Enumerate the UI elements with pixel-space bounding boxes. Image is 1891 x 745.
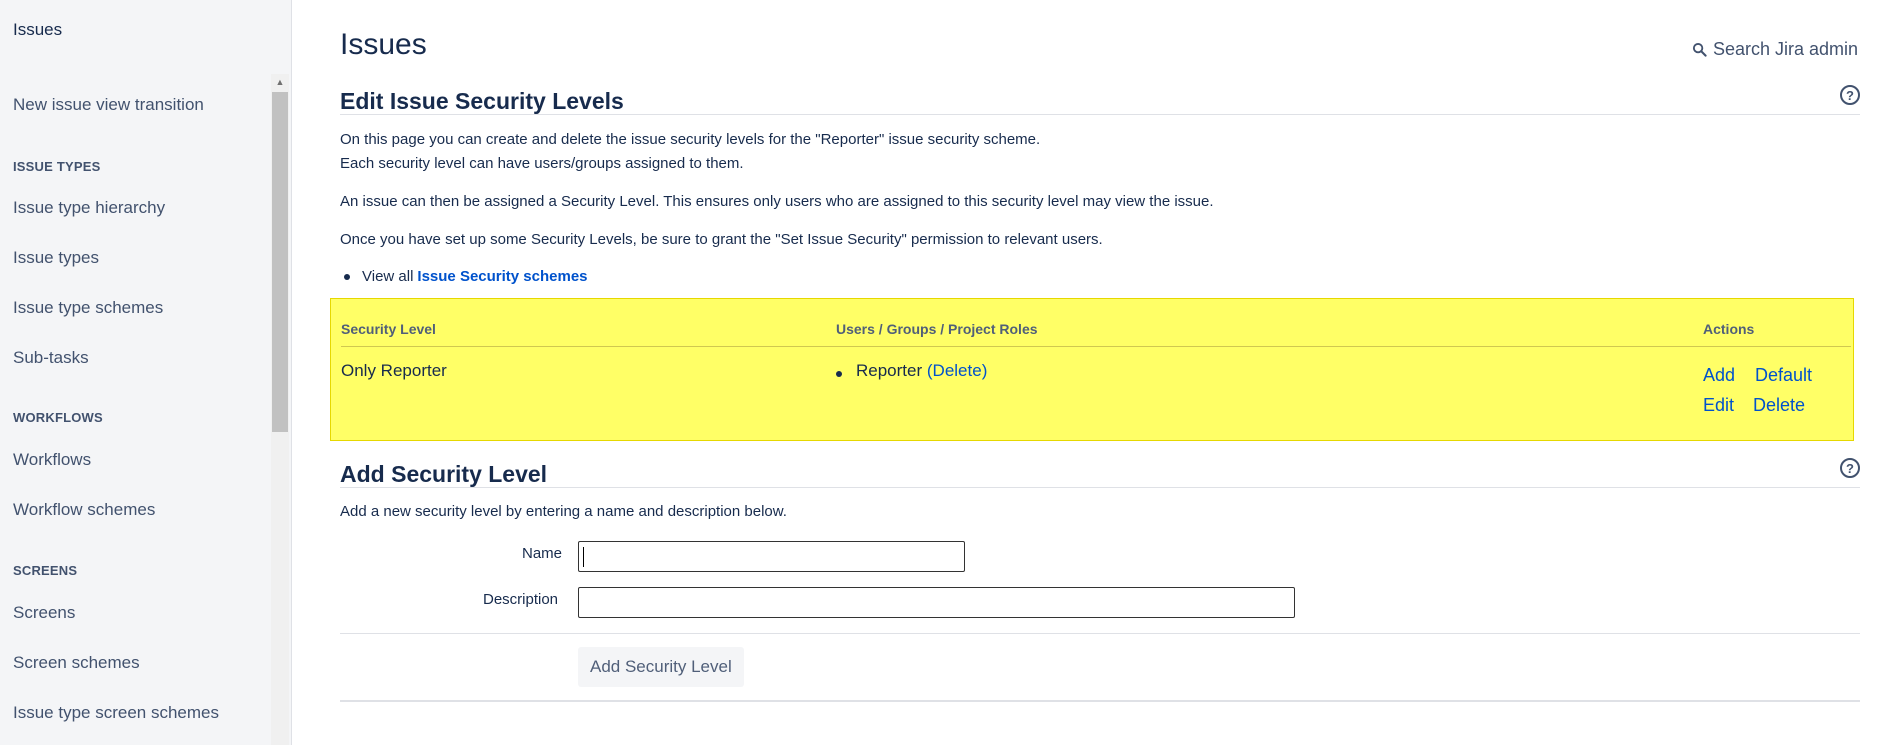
sidebar-item-new-issue-view-transition[interactable]: New issue view transition	[13, 95, 204, 115]
add-member-link[interactable]: Add	[1703, 365, 1735, 386]
sidebar-item-workflows[interactable]: Workflows	[13, 450, 91, 470]
column-header-security-level: Security Level	[341, 321, 436, 337]
permission-hint: Once you have set up some Security Level…	[340, 231, 1103, 248]
scroll-up-arrow-icon[interactable]: ▲	[271, 74, 289, 90]
section-divider	[340, 114, 1860, 115]
sidebar-heading-screens: SCREENS	[13, 563, 78, 578]
sidebar-item-sub-tasks[interactable]: Sub-tasks	[13, 348, 89, 368]
add-level-description: Add a new security level by entering a n…	[340, 503, 787, 520]
column-header-actions: Actions	[1703, 321, 1755, 337]
set-default-link[interactable]: Default	[1755, 365, 1812, 386]
search-jira-admin-link[interactable]: Search Jira admin	[1692, 39, 1858, 60]
text-caret	[583, 547, 584, 567]
intro-text-line-2: Each security level can have users/group…	[340, 155, 744, 172]
sidebar-item-workflow-schemes[interactable]: Workflow schemes	[13, 500, 155, 520]
view-all-prefix: View all	[362, 268, 414, 285]
admin-sidebar: Issues New issue view transition ISSUE T…	[0, 0, 292, 745]
intro-text-line-1: On this page you can create and delete t…	[340, 131, 1041, 148]
sidebar-item-issue-type-schemes[interactable]: Issue type schemes	[13, 298, 163, 318]
form-divider	[340, 633, 1860, 634]
page-title: Issues	[340, 28, 427, 61]
bottom-divider	[340, 700, 1860, 702]
sidebar-item-issue-type-hierarchy[interactable]: Issue type hierarchy	[13, 198, 165, 218]
sidebar-item-issue-type-screen-schemes[interactable]: Issue type screen schemes	[13, 703, 219, 723]
name-label: Name	[522, 545, 563, 562]
delete-member-link[interactable]: Delete	[933, 361, 982, 380]
view-all-schemes-item: View all Issue Security schemes	[340, 268, 588, 285]
member-name: Reporter	[856, 361, 923, 380]
search-jira-admin-label: Search Jira admin	[1713, 39, 1859, 59]
add-security-level-title: Add Security Level	[340, 461, 548, 487]
sidebar-item-issues[interactable]: Issues	[13, 20, 62, 40]
member-paren-close: )	[981, 361, 988, 380]
help-icon[interactable]: ?	[1840, 458, 1860, 478]
security-level-name: Only Reporter	[341, 361, 447, 380]
sidebar-item-screens[interactable]: Screens	[13, 603, 75, 623]
name-field[interactable]	[578, 541, 965, 572]
description-label: Description	[483, 591, 559, 608]
sidebar-item-screen-schemes[interactable]: Screen schemes	[13, 653, 140, 673]
security-level-explanation: An issue can then be assigned a Security…	[340, 193, 1214, 210]
search-icon	[1692, 42, 1707, 57]
sidebar-item-issue-types[interactable]: Issue types	[13, 248, 99, 268]
edit-level-link[interactable]: Edit	[1703, 395, 1734, 416]
table-header-divider	[341, 346, 1851, 347]
member-entry: Reporter (Delete)	[856, 361, 987, 381]
security-levels-table: Security Level Users / Groups / Project …	[330, 298, 1854, 441]
add-security-level-button[interactable]: Add Security Level	[578, 647, 744, 687]
sidebar-heading-issue-types: ISSUE TYPES	[13, 159, 101, 174]
description-field[interactable]	[578, 587, 1295, 618]
bullet-dot	[836, 371, 842, 377]
issue-security-schemes-link[interactable]: Issue Security schemes	[417, 268, 587, 285]
column-header-members: Users / Groups / Project Roles	[836, 321, 1038, 337]
edit-security-levels-title: Edit Issue Security Levels	[340, 88, 624, 114]
delete-level-link[interactable]: Delete	[1753, 395, 1805, 416]
help-icon[interactable]: ?	[1840, 85, 1860, 105]
scrollbar-thumb[interactable]	[272, 92, 288, 432]
sidebar-heading-workflows: WORKFLOWS	[13, 410, 103, 425]
bullet-dot	[344, 273, 350, 280]
section-divider	[340, 487, 1860, 488]
sidebar-scrollbar[interactable]: ▲	[271, 74, 289, 745]
